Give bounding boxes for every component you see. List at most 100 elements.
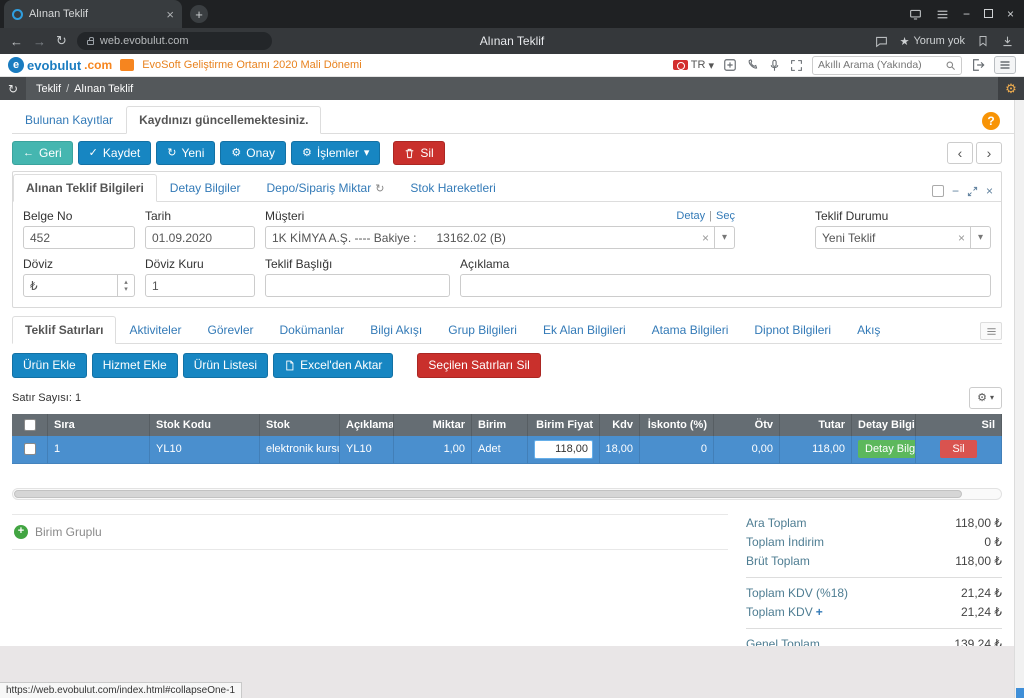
reload-icon[interactable]: ↻ xyxy=(56,33,67,49)
offer-title-input[interactable] xyxy=(265,274,450,297)
tab-detail-info[interactable]: Detay Bilgiler xyxy=(157,174,254,202)
col-birim-fiyat[interactable]: Birim Fiyat xyxy=(528,414,600,436)
customer-select[interactable]: 1K KİMYA A.Ş. ---- Bakiye : 13162.02 (B)… xyxy=(265,226,735,249)
unit-price-input[interactable] xyxy=(534,440,593,459)
help-button[interactable]: ? xyxy=(982,112,1000,130)
product-list-button[interactable]: Ürün Listesi xyxy=(183,353,268,377)
grid-settings-button[interactable]: ⚙ ▾ xyxy=(969,387,1002,409)
col-stok[interactable]: Stok xyxy=(260,414,340,436)
tab-tasks[interactable]: Görevler xyxy=(195,316,267,344)
row-checkbox[interactable] xyxy=(24,443,36,455)
delete-selected-rows-button[interactable]: Seçilen Satırları Sil xyxy=(417,353,540,377)
tab-documents[interactable]: Dokümanlar xyxy=(267,316,358,344)
horizontal-scrollbar[interactable] xyxy=(12,488,1002,500)
tab-group-info[interactable]: Grup Bilgileri xyxy=(435,316,530,344)
tab-offer-lines[interactable]: Teklif Satırları xyxy=(12,316,116,344)
prev-record-button[interactable]: ‹ xyxy=(947,142,973,164)
scrollbar-thumb[interactable] xyxy=(1016,688,1024,698)
clear-icon[interactable]: × xyxy=(697,231,714,245)
dropdown-icon[interactable]: ▾ xyxy=(970,227,990,248)
col-sil[interactable]: Sil xyxy=(916,414,1002,436)
tab-flow[interactable]: Akış xyxy=(844,316,893,344)
operations-button[interactable]: ⚙ İşlemler ▾ xyxy=(291,141,380,165)
browser-menu-icon[interactable] xyxy=(936,8,949,21)
customer-detail-link[interactable]: Detay xyxy=(676,210,705,222)
tab-activities[interactable]: Aktiviteler xyxy=(116,316,194,344)
collapse-icon[interactable]: − xyxy=(952,185,959,197)
unit-group-toggle[interactable]: + Birim Gruplu xyxy=(12,515,728,550)
col-kdv[interactable]: Kdv xyxy=(600,414,640,436)
col-iskonto[interactable]: İskonto (%) xyxy=(640,414,714,436)
tab-updating-record[interactable]: Kaydınızı güncellemektesiniz. xyxy=(126,106,321,134)
search-icon[interactable] xyxy=(945,60,956,71)
fullscreen-icon[interactable] xyxy=(790,59,803,72)
smart-search[interactable] xyxy=(812,56,962,75)
settings-gear-icon[interactable]: ⚙ xyxy=(998,77,1024,100)
tab-assignment-info[interactable]: Atama Bilgileri xyxy=(639,316,742,344)
next-record-button[interactable]: › xyxy=(976,142,1002,164)
window-close-icon[interactable]: × xyxy=(1007,8,1014,20)
tab-stock-movements[interactable]: Stok Hareketleri xyxy=(397,174,508,202)
row-detail-button[interactable]: Detay Bilgi xyxy=(858,440,916,458)
excel-import-button[interactable]: Excel'den Aktar xyxy=(273,353,393,377)
address-bar[interactable]: web.evobulut.com xyxy=(77,32,272,50)
col-otv[interactable]: Ötv xyxy=(714,414,780,436)
window-minimize-icon[interactable]: − xyxy=(963,8,970,20)
breadcrumb-section[interactable]: Teklif xyxy=(36,83,61,95)
table-row[interactable]: 1 YL10 elektronik kursu YL10 1,00 Adet 1… xyxy=(12,436,1002,464)
language-selector[interactable]: TR ▾ xyxy=(673,59,714,72)
exchange-rate-input[interactable] xyxy=(145,274,255,297)
forward-icon[interactable]: → xyxy=(33,34,46,49)
sync-icon[interactable]: ↻ xyxy=(0,77,26,100)
col-birim[interactable]: Birim xyxy=(472,414,528,436)
browser-tab[interactable]: Alınan Teklif × xyxy=(4,0,182,28)
new-tab-button[interactable]: + xyxy=(190,5,208,23)
currency-select[interactable]: ₺ ▴ ▾ xyxy=(23,274,135,297)
approve-button[interactable]: ⚙ Onay xyxy=(220,141,286,165)
document-no-input[interactable] xyxy=(23,226,135,249)
tab-footnote-info[interactable]: Dipnot Bilgileri xyxy=(741,316,844,344)
row-delete-button[interactable]: Sil xyxy=(940,440,976,458)
logout-icon[interactable] xyxy=(971,58,985,72)
new-button[interactable]: ↻ Yeni xyxy=(156,141,215,165)
download-icon[interactable] xyxy=(1001,35,1014,48)
col-miktar[interactable]: Miktar xyxy=(394,414,472,436)
cast-icon[interactable] xyxy=(909,8,922,21)
main-menu-icon[interactable] xyxy=(994,56,1016,74)
col-tutar[interactable]: Tutar xyxy=(780,414,852,436)
back-button[interactable]: ← Geri xyxy=(12,141,73,165)
clear-icon[interactable]: × xyxy=(953,231,970,245)
customer-select-link[interactable]: Seç xyxy=(716,210,735,222)
microphone-icon[interactable] xyxy=(768,59,781,72)
tab-info-flow[interactable]: Bilgi Akışı xyxy=(357,316,435,344)
save-button[interactable]: ✓ Kaydet xyxy=(78,141,152,165)
col-sira[interactable]: Sıra xyxy=(48,414,150,436)
tab-offer-info[interactable]: Alınan Teklif Bilgileri xyxy=(13,174,157,202)
offer-status-select[interactable]: Yeni Teklif × ▾ xyxy=(815,226,991,249)
back-icon[interactable]: ← xyxy=(10,34,23,49)
search-input[interactable] xyxy=(818,59,941,71)
tab-depot-order[interactable]: Depo/Sipariş Miktar ↻ xyxy=(254,174,398,202)
quick-add-icon[interactable] xyxy=(723,58,737,72)
bookmark-icon[interactable] xyxy=(977,35,989,47)
panel-menu-icon[interactable] xyxy=(980,322,1002,340)
col-aciklama[interactable]: Açıklama xyxy=(340,414,394,436)
tab-found-records[interactable]: Bulunan Kayıtlar xyxy=(12,106,126,134)
dropdown-icon[interactable]: ▾ xyxy=(714,227,734,248)
delete-button[interactable]: Sil xyxy=(393,141,444,165)
col-detay-bilgi[interactable]: Detay Bilgi xyxy=(852,414,916,436)
tab-close-icon[interactable]: × xyxy=(166,7,174,22)
select-all-checkbox[interactable] xyxy=(24,419,36,431)
phone-icon[interactable] xyxy=(746,59,759,72)
scrollbar-thumb[interactable] xyxy=(14,490,962,498)
tab-extra-fields[interactable]: Ek Alan Bilgileri xyxy=(530,316,639,344)
vertical-scrollbar[interactable] xyxy=(1014,100,1024,698)
comment-icon[interactable] xyxy=(875,35,888,48)
app-logo[interactable]: e evobulut.com xyxy=(8,57,112,73)
description-input[interactable] xyxy=(460,274,991,297)
add-kdv-icon[interactable]: + xyxy=(816,605,823,619)
expand-icon[interactable] xyxy=(967,186,978,197)
add-product-button[interactable]: Ürün Ekle xyxy=(12,353,87,377)
stepper-icon[interactable]: ▴ ▾ xyxy=(117,275,134,296)
close-icon[interactable]: × xyxy=(986,185,993,197)
